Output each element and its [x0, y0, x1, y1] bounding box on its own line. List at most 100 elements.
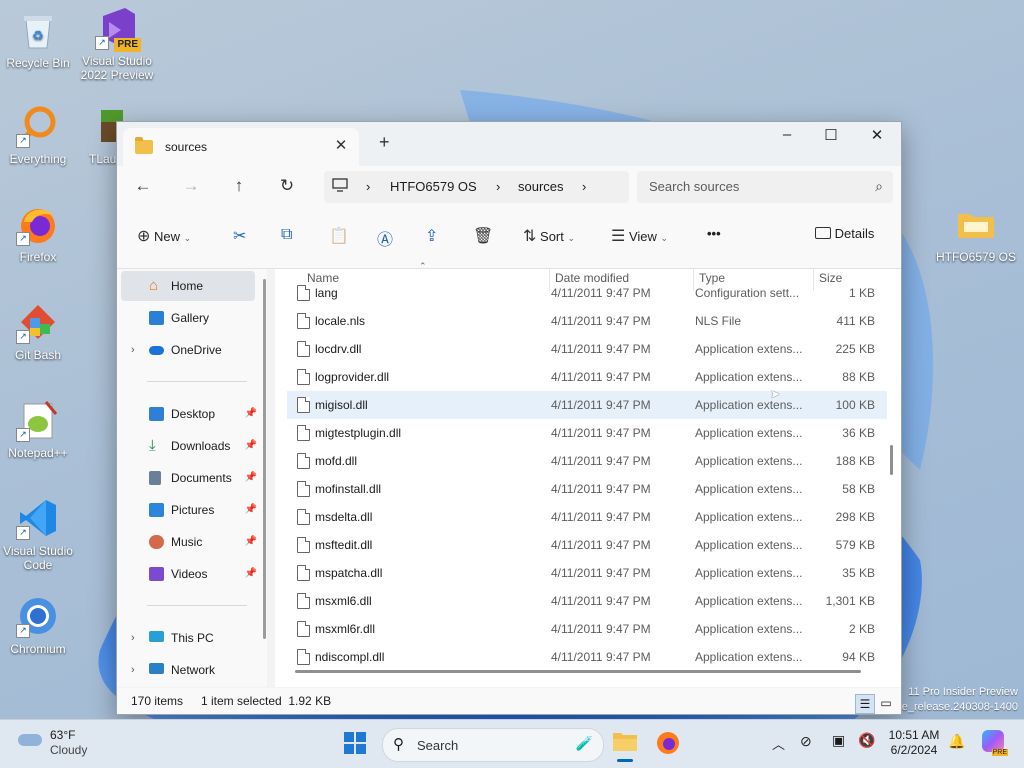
new-button[interactable]: ⊕ New ⌄ [137, 226, 191, 246]
file-size: 94 KB [842, 650, 875, 664]
desktop-icon-notepadpp[interactable]: ↗ Notepad++ [0, 398, 76, 460]
details-view-icon[interactable]: ☰ [855, 694, 875, 714]
view-button[interactable]: ☰ View ⌄ [611, 226, 668, 246]
taskbar-firefox[interactable] [656, 731, 680, 758]
vertical-scrollbar[interactable] [890, 445, 893, 475]
pin-icon[interactable]: 📌 [245, 527, 257, 557]
file-name: msxml6.dll [315, 594, 372, 608]
clock[interactable]: 10:51 AM 6/2/2024 [884, 728, 944, 758]
minimize-button[interactable]: – [767, 126, 807, 143]
forward-button[interactable]: → [179, 176, 203, 196]
desktop-icon-git-bash[interactable]: ↗ Git Bash [0, 300, 76, 362]
sidebar-item-home[interactable]: ⌂ Home [121, 271, 255, 301]
desktop-icon-vscode[interactable]: ↗ Visual Studio Code [0, 496, 76, 572]
gallery-icon [149, 311, 164, 325]
sidebar-item-documents[interactable]: Documents 📌 [121, 463, 257, 493]
table-row[interactable]: locale.nls 4/11/2011 9:47 PM NLS File 411 K… [287, 307, 887, 335]
pin-icon[interactable]: 📌 [245, 559, 257, 589]
music-icon [149, 535, 164, 549]
search-input[interactable]: Search sources [649, 179, 739, 194]
chevron-up-icon[interactable]: ︿ [772, 734, 785, 753]
everything-search-icon: ↗ [16, 104, 60, 148]
table-row[interactable]: msxml6r.dll 4/11/2011 9:47 PM Application … [287, 615, 887, 643]
desktop-icon-htfo-drive[interactable]: HTFO6579 OS [934, 202, 1018, 264]
table-row[interactable]: mofinstall.dll 4/11/2011 9:47 PM Applicati… [287, 475, 887, 503]
new-tab-button[interactable]: + [379, 132, 390, 153]
table-row[interactable]: mspatcha.dll 4/11/2011 9:47 PM Application… [287, 559, 887, 587]
sidebar-item-network[interactable]: › Network [121, 655, 255, 685]
weather-widget[interactable]: 63°F Cloudy [18, 728, 108, 760]
desktop-icon-firefox[interactable]: ↗ Firefox [0, 202, 76, 264]
file-size: 225 KB [835, 342, 875, 356]
search-box[interactable]: Search sources ⌕ [637, 171, 893, 203]
sidebar-item-label: This PC [171, 631, 214, 645]
pin-icon[interactable]: 📌 [245, 495, 257, 525]
copy-button[interactable]: ⧉ [281, 226, 292, 244]
paste-button[interactable]: 📋 [329, 226, 349, 246]
taskbar-search-label: Search [417, 738, 459, 753]
display-icon[interactable]: ▣ [832, 732, 845, 749]
sidebar-item-pictures[interactable]: Pictures 📌 [121, 495, 257, 525]
file-icon [297, 593, 310, 609]
up-button[interactable]: ↑ [227, 176, 251, 196]
table-row[interactable]: lang 4/11/2011 9:47 PM Configuration sett.… [287, 279, 887, 307]
table-row[interactable]: ndiscompl.dll 4/11/2011 9:47 PM Applicatio… [287, 643, 887, 671]
refresh-button[interactable]: ↻ [275, 176, 299, 196]
breadcrumb-item-drive[interactable]: HTFO6579 OS [390, 179, 477, 194]
sidebar-item-downloads[interactable]: ⤓ Downloads 📌 [121, 431, 257, 461]
table-row[interactable]: migtestplugin.dll 4/11/2011 9:47 PM Applic… [287, 419, 887, 447]
sidebar-item-music[interactable]: Music 📌 [121, 527, 257, 557]
pin-icon[interactable]: 📌 [245, 399, 257, 429]
tiles-view-icon[interactable]: ▭ [877, 694, 895, 712]
notification-bell-icon[interactable]: 🔔 [948, 733, 965, 750]
copilot-icon[interactable]: PRE [982, 730, 1008, 756]
table-row[interactable]: logprovider.dll 4/11/2011 9:47 PM Applicat… [287, 363, 887, 391]
close-tab-icon[interactable]: ✕ [331, 136, 351, 154]
cut-button[interactable]: ✂ [233, 226, 246, 246]
volume-mute-icon[interactable]: 🔇 [858, 732, 875, 749]
nav-scrollbar[interactable] [263, 279, 266, 639]
pin-icon[interactable]: 📌 [245, 431, 257, 461]
sidebar-item-videos[interactable]: Videos 📌 [121, 559, 257, 589]
breadcrumb[interactable]: › HTFO6579 OS › sources › [324, 171, 629, 203]
sort-button[interactable]: ⇅ Sort ⌄ [523, 226, 575, 246]
pin-icon[interactable]: 📌 [245, 463, 257, 493]
desktop-icon-recycle-bin[interactable]: ♻ Recycle Bin [0, 8, 76, 70]
file-date: 4/11/2011 9:47 PM [551, 510, 651, 524]
breadcrumb-item-sources[interactable]: sources [518, 179, 564, 194]
start-button[interactable] [344, 732, 366, 757]
horizontal-scrollbar[interactable] [295, 670, 861, 673]
file-size: 1,301 KB [825, 594, 875, 608]
table-row[interactable]: msftedit.dll 4/11/2011 9:47 PM Application… [287, 531, 887, 559]
tab-sources[interactable]: sources ✕ [123, 128, 359, 166]
file-date: 4/11/2011 9:47 PM [551, 538, 651, 552]
delete-button[interactable]: 🗑 [473, 226, 493, 246]
maximize-button[interactable]: ☐ [811, 126, 851, 144]
firefox-icon [657, 732, 679, 754]
desktop-icon-label: Visual Studio 2022 Preview [80, 54, 154, 82]
sidebar-item-onedrive[interactable]: › OneDrive [121, 335, 255, 365]
table-row[interactable]: migisol.dll 4/11/2011 9:47 PM Application … [287, 391, 887, 419]
sidebar-item-desktop[interactable]: Desktop 📌 [121, 399, 257, 429]
back-button[interactable]: ← [131, 176, 155, 196]
table-row[interactable]: mofd.dll 4/11/2011 9:47 PM Application ext… [287, 447, 887, 475]
file-icon [297, 509, 310, 525]
taskbar-search[interactable]: ⚲ Search 🧪 [382, 728, 604, 762]
table-row[interactable]: msxml6.dll 4/11/2011 9:47 PM Application e… [287, 587, 887, 615]
desktop-icon-everything[interactable]: ↗ Everything [0, 104, 76, 166]
taskbar-file-explorer[interactable] [612, 730, 638, 762]
share-button[interactable]: ⇪ [425, 226, 438, 246]
table-row[interactable]: locdrv.dll 4/11/2011 9:47 PM Application e… [287, 335, 887, 363]
more-options-button[interactable]: ••• [707, 226, 721, 241]
sidebar-item-this-pc[interactable]: › This PC [121, 623, 255, 653]
desktop-icon-visual-studio[interactable]: PRE ↗ Visual Studio 2022 Preview [79, 6, 155, 82]
title-bar[interactable]: sources ✕ + – ☐ ✕ [117, 122, 901, 166]
details-pane-button[interactable]: Details [815, 226, 874, 241]
rename-button[interactable]: Ⓐ [377, 226, 393, 250]
sidebar-item-label: Videos [171, 567, 208, 581]
table-row[interactable]: msdelta.dll 4/11/2011 9:47 PM Application … [287, 503, 887, 531]
close-window-button[interactable]: ✕ [857, 126, 897, 144]
desktop-icon-chromium[interactable]: ↗ Chromium [0, 594, 76, 656]
sidebar-item-gallery[interactable]: Gallery [121, 303, 255, 333]
network-off-icon[interactable]: ⊘ [800, 733, 812, 750]
